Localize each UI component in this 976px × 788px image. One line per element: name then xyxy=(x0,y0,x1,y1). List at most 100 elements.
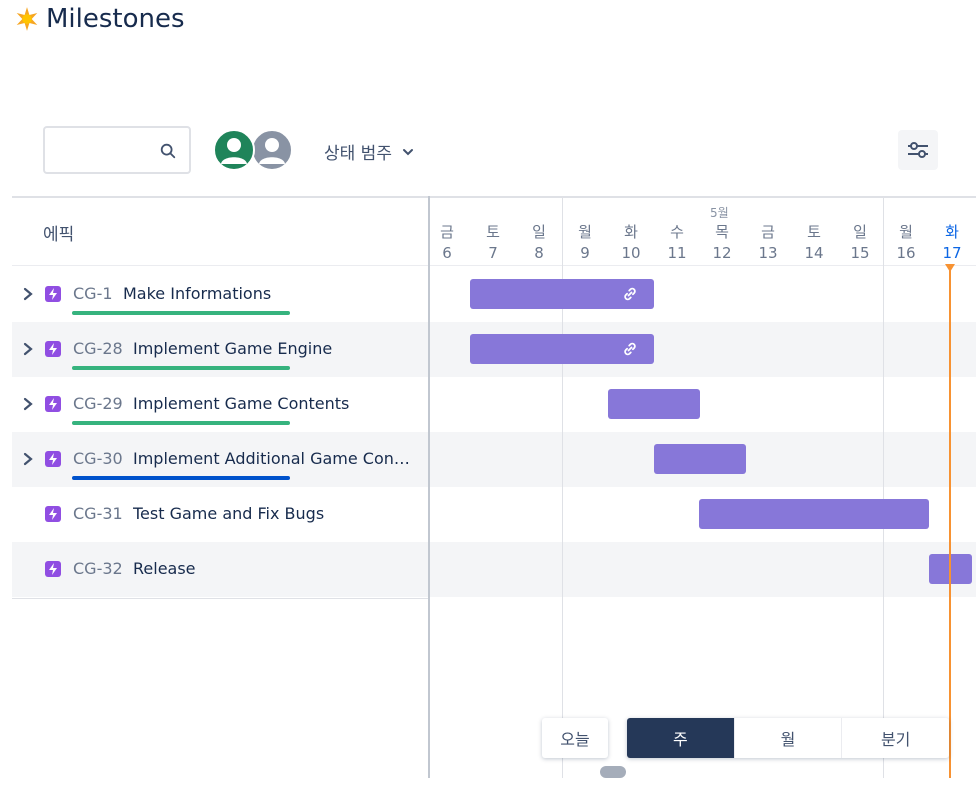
epic-key[interactable]: CG-31 xyxy=(73,504,123,523)
day-of-week-label: 금 xyxy=(761,223,775,241)
day-of-week-label: 목 xyxy=(715,223,729,241)
day-number-label: 8 xyxy=(534,244,544,262)
epic-summary[interactable]: Test Game and Fix Bugs xyxy=(133,504,416,523)
epic-summary[interactable]: Make Informations xyxy=(123,284,416,303)
view-settings-button[interactable] xyxy=(898,130,938,170)
grid-header-border xyxy=(12,265,976,266)
day-number-label: 13 xyxy=(758,244,778,262)
epic-lightning-icon xyxy=(45,506,61,522)
day-number-label: 9 xyxy=(580,244,590,262)
chevron-right-icon[interactable] xyxy=(22,397,34,411)
day-header: 일8 xyxy=(524,222,554,264)
month-label: 5월 xyxy=(710,206,729,220)
epic-column-header: 에픽 xyxy=(43,225,75,245)
day-number-label: 15 xyxy=(850,244,870,262)
epic-summary[interactable]: Implement Game Engine xyxy=(133,339,416,358)
page-title-text: Milestones xyxy=(46,4,185,34)
day-header: 화 17 xyxy=(937,222,967,264)
day-of-week-label: 월 xyxy=(578,223,592,241)
status-category-filter[interactable]: 상태 범주 xyxy=(324,139,414,164)
today-button[interactable]: 오늘 xyxy=(542,718,608,758)
day-header: 토7 xyxy=(478,222,508,264)
chevron-right-icon[interactable] xyxy=(22,452,34,466)
grid-top-border xyxy=(12,196,976,198)
zoom-option-button[interactable]: 분기 xyxy=(841,718,949,758)
day-of-week-label: 토 xyxy=(807,223,821,241)
day-number-label: 11 xyxy=(667,244,687,262)
epic-lightning-icon xyxy=(45,561,61,577)
epic-lightning-icon xyxy=(45,451,61,467)
day-header: 목 12 xyxy=(707,222,737,264)
epic-key[interactable]: CG-1 xyxy=(73,284,113,303)
epic-row[interactable]: CG-29 Implement Game Contents xyxy=(12,377,428,432)
panel-divider[interactable] xyxy=(428,196,430,778)
timeline-bar[interactable] xyxy=(470,279,654,309)
zoom-option-button[interactable]: 주 xyxy=(627,718,734,758)
epic-key[interactable]: CG-29 xyxy=(73,394,123,413)
day-header: 수 11 xyxy=(662,222,692,264)
day-header: 토 14 xyxy=(799,222,829,264)
avatar-user-green[interactable] xyxy=(213,129,255,171)
epic-lightning-icon xyxy=(45,341,61,357)
epic-row[interactable]: CG-32 Release xyxy=(12,542,428,597)
epic-summary[interactable]: Release xyxy=(133,559,416,578)
epic-key[interactable]: CG-30 xyxy=(73,449,123,468)
epic-row[interactable]: CG-28 Implement Game Engine xyxy=(12,322,428,377)
day-of-week-label: 수 xyxy=(670,223,684,241)
day-header: 일 15 xyxy=(845,222,875,264)
timeline-bar[interactable] xyxy=(699,499,929,529)
star-icon xyxy=(16,7,38,31)
epic-summary[interactable]: Implement Additional Game Conte... xyxy=(133,449,416,468)
epic-lightning-icon xyxy=(45,396,61,412)
day-of-week-label: 금 xyxy=(440,223,454,241)
day-number-label: 6 xyxy=(442,244,452,262)
day-of-week-label: 일 xyxy=(853,223,867,241)
day-number-label: 14 xyxy=(804,244,824,262)
chevron-right-icon[interactable] xyxy=(22,342,34,356)
user-icon xyxy=(221,138,247,164)
day-number-label: 10 xyxy=(621,244,641,262)
timeline-bar[interactable] xyxy=(470,334,654,364)
day-header: 금 13 xyxy=(753,222,783,264)
epic-row[interactable]: CG-31 Test Game and Fix Bugs xyxy=(12,487,428,542)
epic-progress-bar xyxy=(72,311,290,315)
timeline-bar[interactable] xyxy=(608,389,700,419)
page-title: Milestones xyxy=(14,4,185,34)
zoom-level-group: 주 월 분기 xyxy=(627,718,949,758)
epic-key[interactable]: CG-28 xyxy=(73,339,123,358)
epic-key[interactable]: CG-32 xyxy=(73,559,123,578)
link-icon xyxy=(624,342,636,356)
day-number-label: 7 xyxy=(488,244,498,262)
day-header: 월9 xyxy=(570,222,600,264)
day-of-week-label: 월 xyxy=(899,223,913,241)
day-of-week-label: 일 xyxy=(532,223,546,241)
epic-lightning-icon xyxy=(45,286,61,302)
epic-progress-bar xyxy=(72,476,290,480)
sliders-icon xyxy=(908,142,928,158)
timeline-bar[interactable] xyxy=(654,444,746,474)
day-header: 화 10 xyxy=(616,222,646,264)
status-category-label: 상태 범주 xyxy=(324,144,392,164)
epic-progress-bar xyxy=(72,366,290,370)
grid-bottom-border xyxy=(12,598,430,599)
week-separator xyxy=(883,198,884,778)
epic-progress-bar xyxy=(72,421,290,425)
day-of-week-label: 토 xyxy=(486,223,500,241)
chevron-right-icon[interactable] xyxy=(22,287,34,301)
epic-row[interactable]: CG-1 Make Informations xyxy=(12,267,428,322)
day-of-week-label: 화 xyxy=(624,223,638,241)
link-icon xyxy=(624,287,636,301)
horizontal-scroll-handle[interactable] xyxy=(600,766,626,778)
search-input[interactable] xyxy=(43,126,191,174)
epic-summary[interactable]: Implement Game Contents xyxy=(133,394,416,413)
day-number-label: 12 xyxy=(712,244,732,262)
today-marker-icon xyxy=(945,264,955,272)
day-number-label: 16 xyxy=(896,244,916,262)
day-header: 월 16 xyxy=(891,222,921,264)
user-icon xyxy=(259,138,285,164)
epic-row[interactable]: CG-30 Implement Additional Game Conte... xyxy=(12,432,428,487)
zoom-option-button[interactable]: 월 xyxy=(733,718,842,758)
avatar-user-gray[interactable] xyxy=(251,129,293,171)
day-of-week-label: 화 xyxy=(945,223,959,241)
chevron-down-icon xyxy=(402,148,413,155)
